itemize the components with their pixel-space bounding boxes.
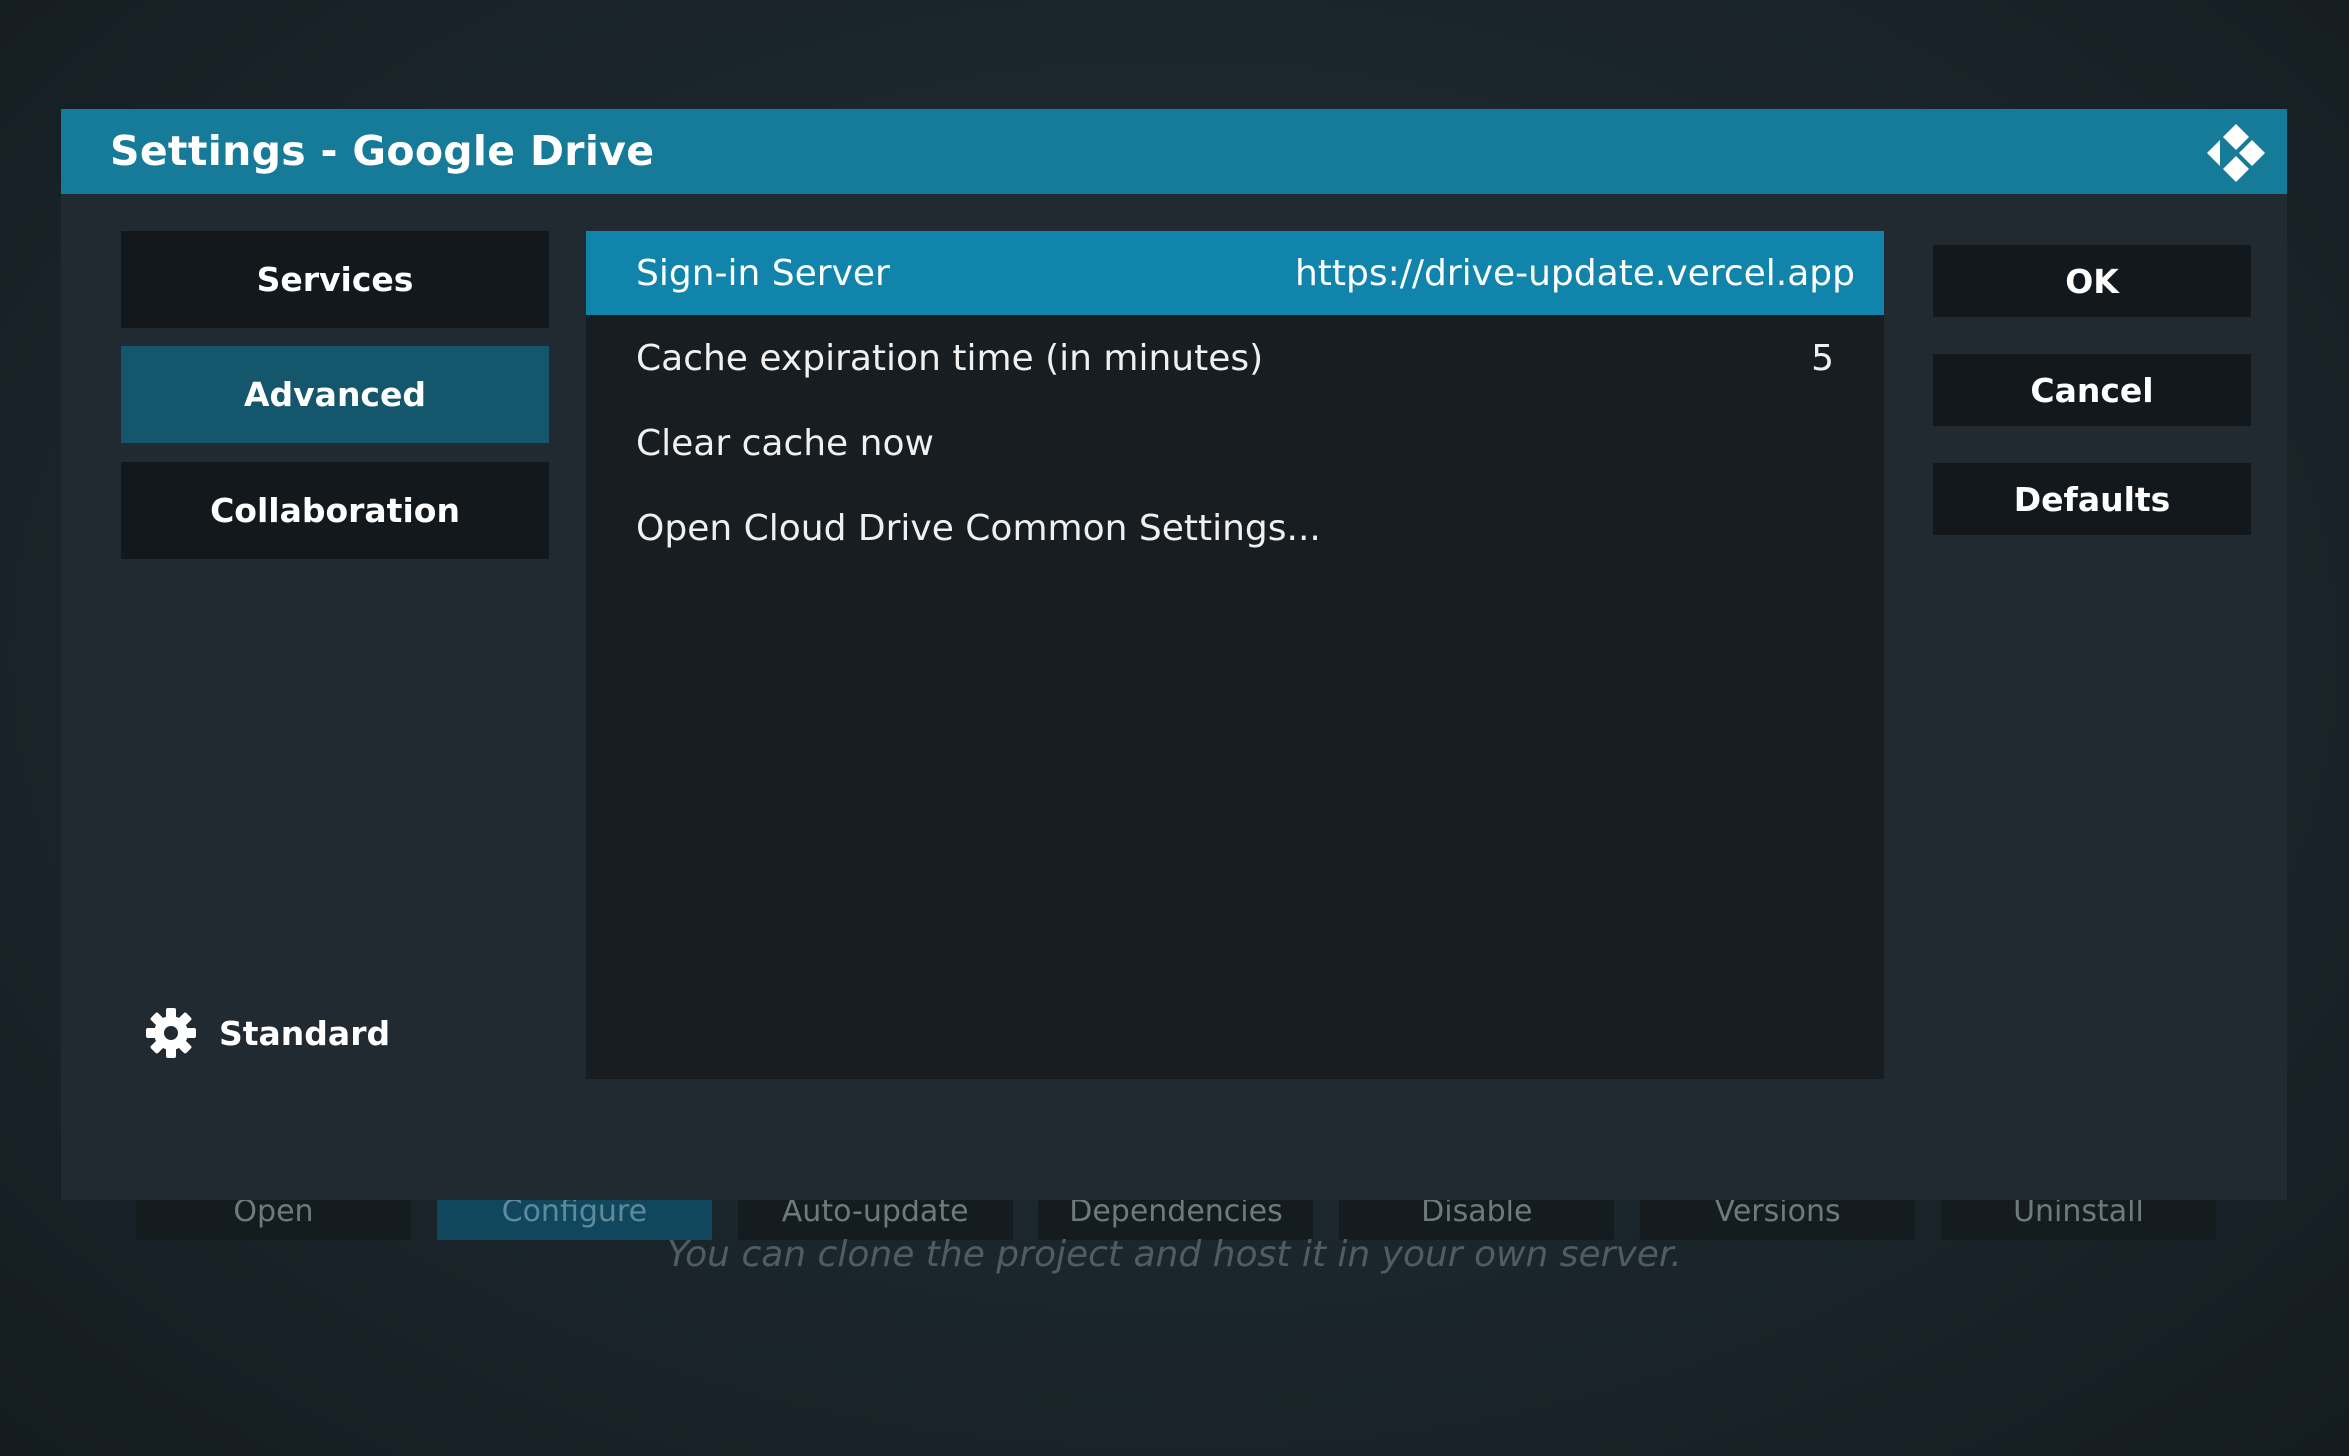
category-collaboration[interactable]: Collaboration <box>121 462 549 559</box>
setting-label: Clear cache now <box>636 422 934 464</box>
setting-label: Open Cloud Drive Common Settings... <box>636 507 1321 549</box>
ok-button[interactable]: OK <box>1933 245 2251 317</box>
setting-cache-expiration[interactable]: Cache expiration time (in minutes) 5 <box>586 316 1884 400</box>
setting-label: Sign-in Server <box>636 252 890 294</box>
settings-dialog: Settings - Google Drive Services Advance… <box>61 109 2287 1200</box>
settings-level-toggle[interactable]: Standard <box>145 1003 390 1063</box>
category-services[interactable]: Services <box>121 231 549 328</box>
setting-value: https://drive-update.vercel.app <box>1294 252 1855 294</box>
setting-clear-cache[interactable]: Clear cache now <box>586 401 1884 485</box>
setting-label: Cache expiration time (in minutes) <box>636 337 1264 379</box>
addon-description: You can clone the project and host it in… <box>667 1234 1682 1275</box>
category-advanced[interactable]: Advanced <box>121 346 549 443</box>
cancel-button[interactable]: Cancel <box>1933 354 2251 426</box>
setting-open-common-settings[interactable]: Open Cloud Drive Common Settings... <box>586 486 1884 570</box>
dialog-titlebar: Settings - Google Drive <box>61 109 2287 194</box>
kodi-logo-icon <box>2207 124 2265 182</box>
settings-list: Sign-in Server https://drive-update.verc… <box>586 231 1884 1079</box>
setting-sign-in-server[interactable]: Sign-in Server https://drive-update.verc… <box>586 231 1884 315</box>
gear-icon <box>146 1008 196 1058</box>
setting-value: 5 <box>1811 337 1834 379</box>
dialog-title: Settings - Google Drive <box>110 127 655 175</box>
settings-level-label: Standard <box>219 1013 391 1053</box>
defaults-button[interactable]: Defaults <box>1933 463 2251 535</box>
